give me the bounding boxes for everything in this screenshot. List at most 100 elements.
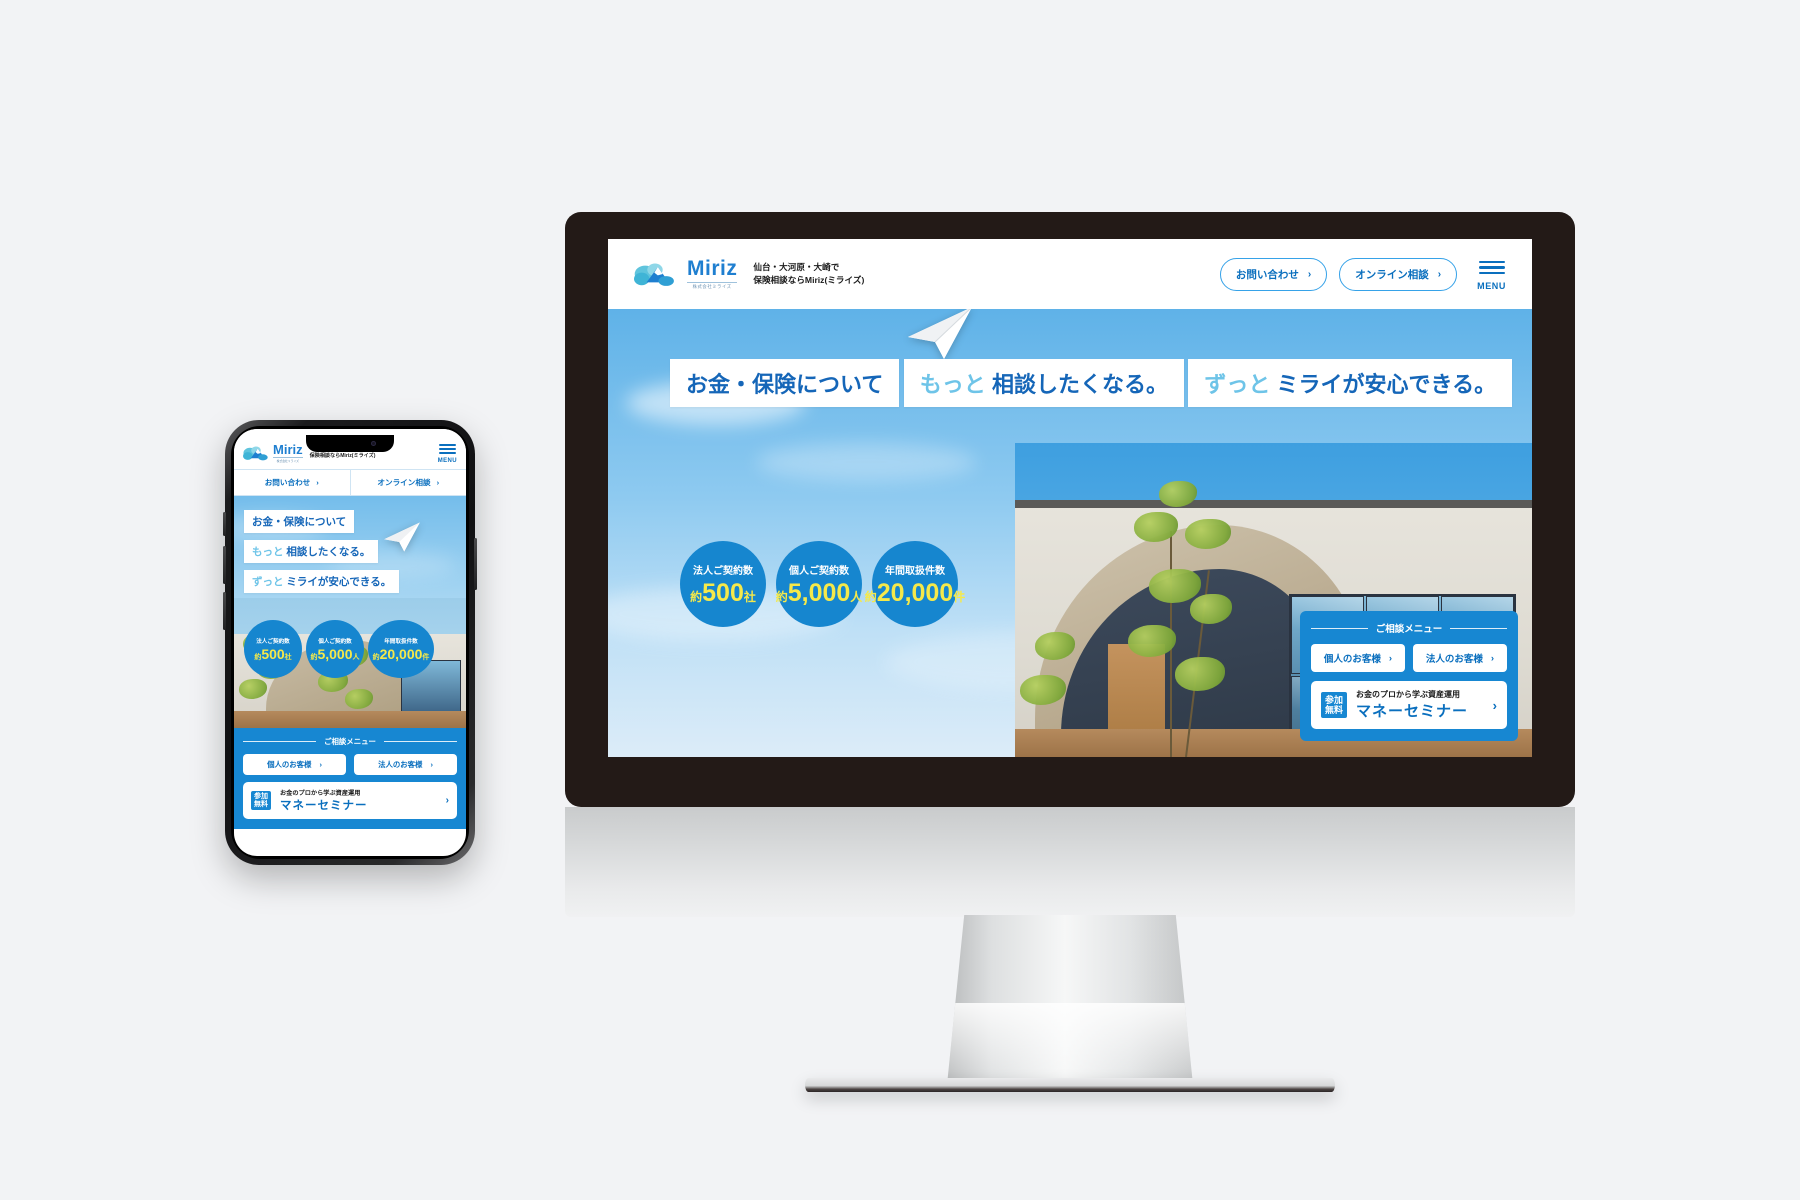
seminar-subtitle: お金のプロから学ぶ資産運用 — [1356, 690, 1461, 699]
phone-volume-up-button[interactable] — [223, 546, 226, 584]
hero-copy-3-accent: ずっと — [1204, 372, 1271, 397]
hero-copy-2-accent: もっと — [919, 372, 986, 397]
divider-right — [1450, 627, 1508, 629]
mobile-contact-label: お問い合わせ — [264, 478, 311, 487]
stat-label: 個人ご契約数 — [789, 566, 849, 577]
mobile-tagline-line-2: 保険相談ならMiriz(ミライズ) — [309, 453, 376, 459]
consult-menu-title: ご相談メニュー — [1311, 621, 1508, 635]
menu-button[interactable]: MENU — [1477, 257, 1506, 291]
chevron-right-icon: › — [1388, 652, 1393, 664]
stat-label: 年間取扱件数 — [885, 566, 945, 577]
stat-label: 法人ご契約数 — [256, 639, 290, 645]
hero-copy-2-main: 相談したくなる。 — [991, 372, 1168, 397]
consult-personal-button[interactable]: 個人のお客様 › — [1311, 644, 1405, 672]
monitor-stand-base — [805, 1078, 1335, 1092]
mobile-consult-button-row: 個人のお客様 › 法人のお客様 › — [243, 754, 457, 775]
stat-value: 約 20,000 件 — [372, 646, 430, 662]
chevron-right-icon: › — [430, 760, 433, 769]
stat-circle: 法人ご契約数 約 500 社 — [680, 541, 766, 627]
cloud-mountain-logo-icon — [634, 263, 674, 286]
money-seminar-button[interactable]: 参加 無料 お金のプロから学ぶ資産運用 マネーセミナー › — [1311, 681, 1507, 729]
chevron-right-icon: › — [319, 760, 322, 769]
online-consult-label: オンライン相談 — [1355, 268, 1429, 281]
mobile-hero-copy-line-3: ずっと ミライが安心できる。 — [244, 570, 400, 593]
mobile-consult-personal-button[interactable]: 個人のお客様 › — [243, 754, 346, 775]
contact-button[interactable]: お問い合わせ › — [1219, 257, 1328, 291]
chevron-right-icon: › — [1437, 268, 1442, 280]
consult-button-row: 個人のお客様 › 法人のお客様 › — [1311, 644, 1507, 672]
chevron-right-icon: › — [445, 795, 449, 806]
stat-value: 約 20,000 件 — [864, 579, 966, 607]
mobile-online-consult-label: オンライン相談 — [377, 478, 431, 487]
mobile-hero-copy: お金・保険について もっと 相談したくなる。 ずっと ミライが安心できる。 — [244, 510, 466, 593]
phone-notch — [306, 435, 394, 452]
site-header: Miriz 株式会社ミライズ 仙台・大河原・大崎で 保険相談ならMiriz(ミラ… — [608, 239, 1532, 309]
hero-copy-line-3: ずっと ミライが安心できる。 — [1188, 359, 1513, 407]
stat-label: 法人ご契約数 — [693, 566, 753, 577]
stat-circle: 年間取扱件数 約 20,000 件 — [368, 620, 434, 678]
desktop-monitor-mockup: Miriz 株式会社ミライズ 仙台・大河原・大崎で 保険相談ならMiriz(ミラ… — [565, 212, 1575, 1092]
mobile-hero-section: お金・保険について もっと 相談したくなる。 ずっと ミライが安心できる。 法人… — [234, 496, 466, 728]
mockup-scene: Miriz 株式会社ミライズ 仙台・大河原・大崎で 保険相談ならMiriz(ミラ… — [0, 0, 1800, 1200]
stat-label: 個人ご契約数 — [318, 639, 352, 645]
online-consult-button[interactable]: オンライン相談 › — [1339, 257, 1458, 291]
mobile-consult-title-label: ご相談メニュー — [324, 737, 376, 746]
monitor-chin — [565, 807, 1575, 917]
divider-right — [383, 741, 457, 742]
site-logo[interactable]: Miriz 株式会社ミライズ — [634, 257, 738, 290]
smartphone-mockup: Miriz 株式会社ミライズ 仙台・大河原・大崎で 保険相談ならMiriz(ミラ… — [223, 420, 477, 865]
monitor-screen: Miriz 株式会社ミライズ 仙台・大河原・大崎で 保険相談ならMiriz(ミラ… — [608, 239, 1532, 757]
contact-button-label: お問い合わせ — [1235, 268, 1299, 281]
phone-mute-switch[interactable] — [223, 512, 226, 536]
hero-copy-3-main: ミライが安心できる。 — [1276, 372, 1497, 397]
free-participation-badge: 参加 無料 — [251, 790, 271, 811]
stat-circle: 個人ご契約数 約 5,000 人 — [306, 620, 364, 678]
cloud-mountain-logo-icon — [243, 446, 268, 461]
mobile-hero-copy-line-1: お金・保険について — [244, 510, 355, 533]
site-tagline: 仙台・大河原・大崎で 保険相談ならMiriz(ミライズ) — [753, 261, 864, 288]
stat-circle: 個人ご契約数 約 5,000 人 — [776, 541, 862, 627]
phone-screen: Miriz 株式会社ミライズ 仙台・大河原・大崎で 保険相談ならMiriz(ミラ… — [234, 429, 466, 856]
phone-power-button[interactable] — [474, 538, 477, 590]
mobile-menu-label: MENU — [437, 458, 457, 465]
divider-left — [1311, 627, 1368, 629]
hero-copy-line-2: もっと 相談したくなる。 — [903, 359, 1184, 407]
consult-personal-label: 個人のお客様 — [1323, 654, 1381, 665]
tagline-line-1: 仙台・大河原・大崎で — [753, 261, 840, 272]
logo-wordmark: Miriz — [687, 257, 738, 280]
phone-volume-down-button[interactable] — [223, 592, 226, 630]
seminar-title: マネーセミナー — [1356, 703, 1469, 720]
monitor-stand-neck — [947, 915, 1193, 1085]
header-actions: お問い合わせ › オンライン相談 › MENU — [1219, 257, 1506, 291]
mobile-hero-copy-line-2: もっと 相談したくなる。 — [244, 540, 379, 563]
chevron-right-icon: › — [436, 478, 440, 487]
stat-circle: 年間取扱件数 約 20,000 件 — [865, 541, 965, 627]
divider-left — [243, 741, 317, 742]
tagline-line-2: 保険相談ならMiriz(ミライズ) — [753, 275, 865, 285]
hero-copy: お金・保険について もっと 相談したくなる。 ずっと ミライが安心できる。 — [670, 359, 1513, 419]
mobile-consult-corporate-button[interactable]: 法人のお客様 › — [354, 754, 457, 775]
chevron-right-icon: › — [316, 478, 319, 487]
mobile-consult-menu-panel: ご相談メニュー 個人のお客様 › 法人のお客様 › 参加 無料 お金のプロから学… — [234, 728, 466, 829]
stat-value: 約 500 社 — [254, 646, 292, 662]
mobile-stat-circle-group: 法人ご契約数 約 500 社 個人ご契約数 約 5,000 人 年間取扱件数 約… — [244, 620, 434, 678]
mobile-logo-wordmark: Miriz — [273, 441, 303, 457]
consult-corporate-button[interactable]: 法人のお客様 › — [1413, 644, 1507, 672]
hero-section: お金・保険について もっと 相談したくなる。 ずっと ミライが安心できる。 法人… — [608, 309, 1532, 757]
mobile-money-seminar-button[interactable]: 参加 無料 お金のプロから学ぶ資産運用 マネーセミナー › — [243, 782, 457, 819]
mobile-seminar-text: お金のプロから学ぶ資産運用 マネーセミナー — [280, 790, 368, 812]
seminar-text: お金のプロから学ぶ資産運用 マネーセミナー — [1356, 689, 1468, 721]
stat-label: 年間取扱件数 — [384, 639, 418, 645]
stat-circle: 法人ご契約数 約 500 社 — [244, 620, 302, 678]
badge-line-1: 参加 — [1325, 694, 1344, 705]
chevron-right-icon: › — [1490, 652, 1495, 664]
mobile-online-consult-button[interactable]: オンライン相談 › — [349, 470, 467, 495]
mobile-contact-button[interactable]: お問い合わせ › — [234, 470, 350, 495]
mobile-cta-bar: お問い合わせ › オンライン相談 › — [234, 469, 466, 496]
chevron-right-icon: › — [1492, 697, 1497, 713]
hamburger-menu-icon — [1478, 257, 1505, 278]
mobile-menu-button[interactable]: MENU — [438, 442, 457, 464]
mobile-consult-menu-title: ご相談メニュー — [243, 736, 457, 747]
consult-menu-panel: ご相談メニュー 個人のお客様 › 法人のお客様 › 参加 無料 お金のプロから学… — [1300, 611, 1518, 741]
badge-line-2: 無料 — [1325, 705, 1344, 715]
